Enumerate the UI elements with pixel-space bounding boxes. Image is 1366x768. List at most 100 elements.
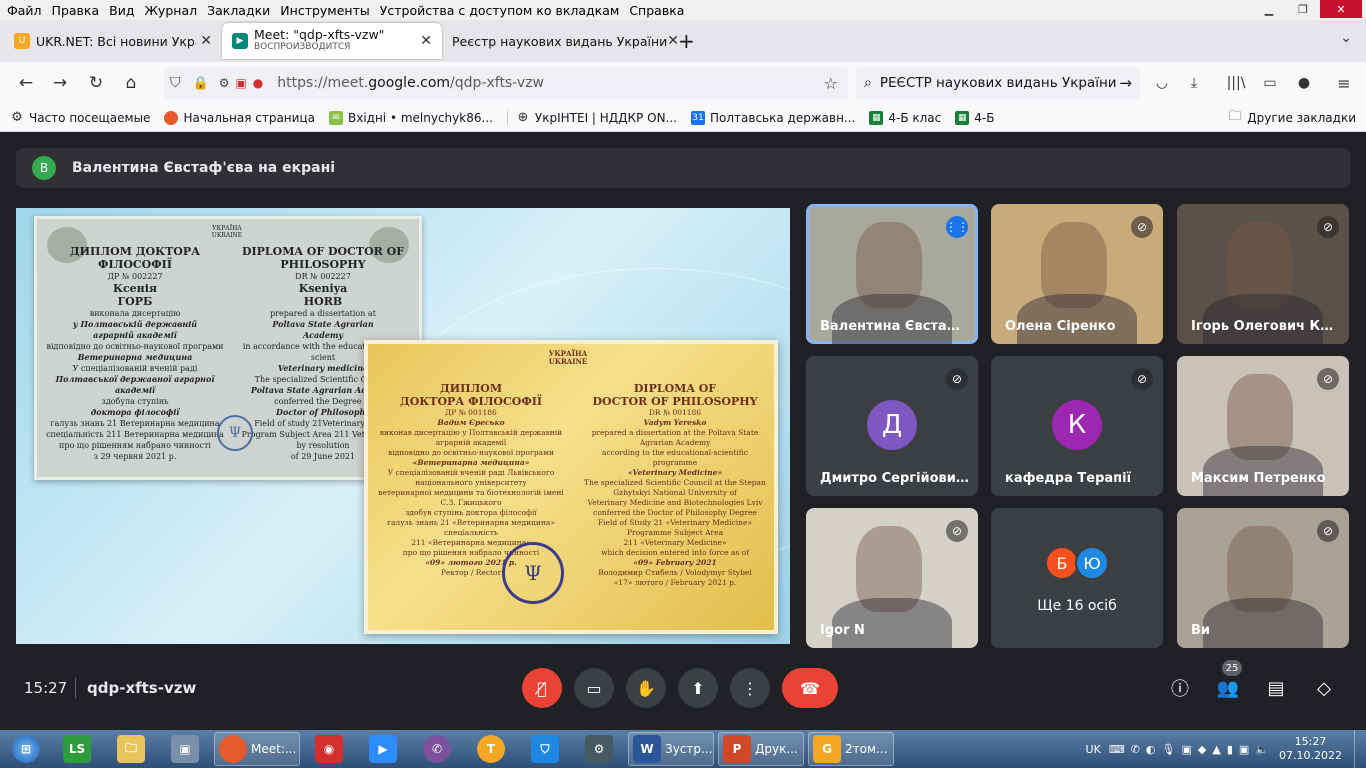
diploma-text-line: DIPLOMA OF: [633, 382, 717, 395]
camera-toggle-button[interactable]: ▭: [574, 668, 614, 708]
tray-time: 15:27: [1294, 735, 1327, 748]
chat-button[interactable]: ▤: [1260, 672, 1292, 704]
menu-edit[interactable]: Правка: [49, 3, 107, 18]
more-options-button[interactable]: ⋮: [730, 668, 770, 708]
menu-view[interactable]: Вид: [106, 3, 141, 18]
taskbar-icon[interactable]: ▶: [358, 732, 408, 766]
meeting-info-button[interactable]: ⓘ: [1164, 672, 1196, 704]
signal-icon[interactable]: ▮: [1227, 743, 1233, 756]
info-icon: ⓘ: [1171, 679, 1189, 700]
bookmark-item[interactable]: ⊕ УкрІНТЕІ | НДДКР ON...: [506, 110, 677, 125]
volume-icon[interactable]: 🔈: [1255, 743, 1269, 756]
taskbar-app-word[interactable]: W Зустр...: [628, 732, 714, 766]
tray-app-icon[interactable]: ◐: [1146, 743, 1156, 756]
back-icon[interactable]: ←: [10, 67, 42, 99]
tab-meet[interactable]: ▶ Meet: "qdp-xfts-vzw" ВОСПРОИЗВОДИТСЯ ✕: [222, 23, 442, 59]
activities-icon: ◇: [1317, 677, 1331, 699]
mic-active-icon[interactable]: ●: [253, 76, 263, 90]
participant-tile[interactable]: Ви ⊘: [1177, 508, 1349, 648]
menu-synced-tabs[interactable]: Устройства с доступом ко вкладкам: [377, 3, 627, 18]
mic-toggle-button[interactable]: 🎙̸: [522, 668, 562, 708]
tray-clock[interactable]: 15:27 07.10.2022: [1279, 735, 1342, 763]
raise-hand-button[interactable]: ✋: [626, 668, 666, 708]
participant-tile[interactable]: Igor N ⊘: [806, 508, 978, 648]
other-bookmarks[interactable]: 🗀 Другие закладки: [1228, 109, 1356, 125]
bookmark-star-icon[interactable]: ☆: [824, 74, 838, 93]
mic-tray-icon[interactable]: 🎙: [1162, 743, 1176, 756]
classroom-icon: ▦: [955, 110, 970, 125]
language-indicator[interactable]: UK: [1086, 743, 1101, 756]
keyboard-icon[interactable]: ⌨: [1109, 743, 1125, 756]
pocket-icon[interactable]: ◡: [1146, 67, 1178, 99]
start-button[interactable]: ⊞: [4, 732, 48, 766]
bookmark-item[interactable]: Начальная страница: [164, 110, 315, 125]
taskbar-icon[interactable]: ✆: [412, 732, 462, 766]
download-icon[interactable]: ⤓: [1178, 67, 1210, 99]
close-tab-icon[interactable]: ✕: [420, 33, 432, 49]
close-window-button[interactable]: ✕: [1320, 0, 1362, 18]
library-icon[interactable]: |||\: [1220, 67, 1252, 99]
close-tab-icon[interactable]: ✕: [200, 33, 212, 49]
bookmark-item[interactable]: ▦ 4-Б: [955, 110, 994, 125]
taskbar-app-pdf[interactable]: G 2том...: [808, 732, 894, 766]
firefox-icon: [164, 110, 179, 125]
taskbar-icon[interactable]: ⚙: [574, 732, 624, 766]
bookmark-item[interactable]: ✉ Вхідні • melnychyk86...: [328, 110, 493, 125]
menu-bookmarks[interactable]: Закладки: [204, 3, 277, 18]
camera-active-icon[interactable]: ▣: [235, 76, 246, 90]
new-tab-button[interactable]: +: [668, 23, 704, 59]
taskbar-icon[interactable]: ◉: [304, 732, 354, 766]
diploma-text-line: «17» лютого / February 2021 р.: [613, 578, 737, 587]
bookmark-item[interactable]: ⚙ Часто посещаемые: [10, 110, 150, 125]
participant-tile[interactable]: Д Дмитро Сергійови... ⊘: [806, 356, 978, 496]
people-button[interactable]: 👥 25: [1212, 660, 1244, 704]
participant-tile[interactable]: Ігорь Олегович Ко... ⊘: [1177, 204, 1349, 344]
participant-tile[interactable]: Олена Сіренко ⊘: [991, 204, 1163, 344]
forward-icon[interactable]: →: [44, 67, 76, 99]
home-icon[interactable]: ⌂: [115, 67, 147, 99]
show-desktop-button[interactable]: [1354, 730, 1366, 768]
shield-icon[interactable]: ⛉: [170, 75, 181, 91]
menu-help[interactable]: Справка: [626, 3, 691, 18]
tab-list-icon[interactable]: ⌄: [1340, 30, 1352, 46]
record-tray-icon[interactable]: ▣: [1182, 743, 1192, 756]
url-bar[interactable]: ⛉ 🔒 ⚙ ▣ ● https://meet.google.com/qdp-xf…: [164, 67, 848, 99]
search-bar[interactable]: ⌕ РЕЄСТР наукових видань України →: [856, 67, 1140, 99]
taskbar-icon[interactable]: ⛉: [520, 732, 570, 766]
show-hidden-icon[interactable]: ▲: [1212, 743, 1220, 756]
participant-name: Ігорь Олегович Ко...: [1191, 319, 1341, 334]
taskbar-icon[interactable]: ▣: [160, 732, 210, 766]
taskbar-icon[interactable]: T: [466, 732, 516, 766]
tab-registry[interactable]: Реєстр наукових видань України ✕: [442, 23, 679, 59]
leave-call-button[interactable]: ☎: [782, 668, 838, 708]
bookmark-item[interactable]: ▦ 4-Б клас: [869, 110, 941, 125]
menu-file[interactable]: Файл: [4, 3, 49, 18]
extension-icon[interactable]: ●: [1288, 67, 1320, 99]
participant-tile[interactable]: Валентина Євстаф... ⋮⋮: [806, 204, 978, 344]
present-screen-button[interactable]: ⬆: [678, 668, 718, 708]
activities-button[interactable]: ◇: [1308, 672, 1340, 704]
permissions-icon[interactable]: ⚙: [219, 76, 230, 90]
taskbar-icon[interactable]: LS: [52, 732, 102, 766]
viber-tray-icon[interactable]: ✆: [1131, 743, 1140, 756]
computer-icon: ▣: [171, 735, 199, 763]
app-menu-icon[interactable]: ≡: [1328, 67, 1360, 99]
restore-button[interactable]: ❐: [1286, 0, 1320, 18]
menu-tools[interactable]: Инструменты: [277, 3, 376, 18]
anydesk-tray-icon[interactable]: ◆: [1198, 743, 1206, 756]
taskbar-icon[interactable]: 🗀: [106, 732, 156, 766]
participant-tile[interactable]: Б Ю Ще 16 осіб: [991, 508, 1163, 648]
search-go-icon[interactable]: →: [1119, 74, 1132, 92]
menu-history[interactable]: Журнал: [141, 3, 204, 18]
bookmark-item[interactable]: 31 Полтавська державн...: [691, 110, 855, 125]
network-icon[interactable]: ▣: [1239, 743, 1249, 756]
participant-tile[interactable]: Ккафедра Терапії ⊘: [991, 356, 1163, 496]
tab-ukrnet[interactable]: U UKR.NET: Всі новини України, с ✕: [4, 23, 222, 59]
participant-tile[interactable]: Максим Петренко ⊘: [1177, 356, 1349, 496]
minimize-button[interactable]: ▁: [1252, 0, 1286, 18]
taskbar-app-powerpoint[interactable]: P Друк...: [718, 732, 804, 766]
taskbar-app-meet[interactable]: Meet:...: [214, 732, 300, 766]
sidebar-icon[interactable]: ▭: [1254, 67, 1286, 99]
reload-icon[interactable]: ↻: [80, 67, 112, 99]
lock-icon[interactable]: 🔒: [193, 76, 209, 91]
